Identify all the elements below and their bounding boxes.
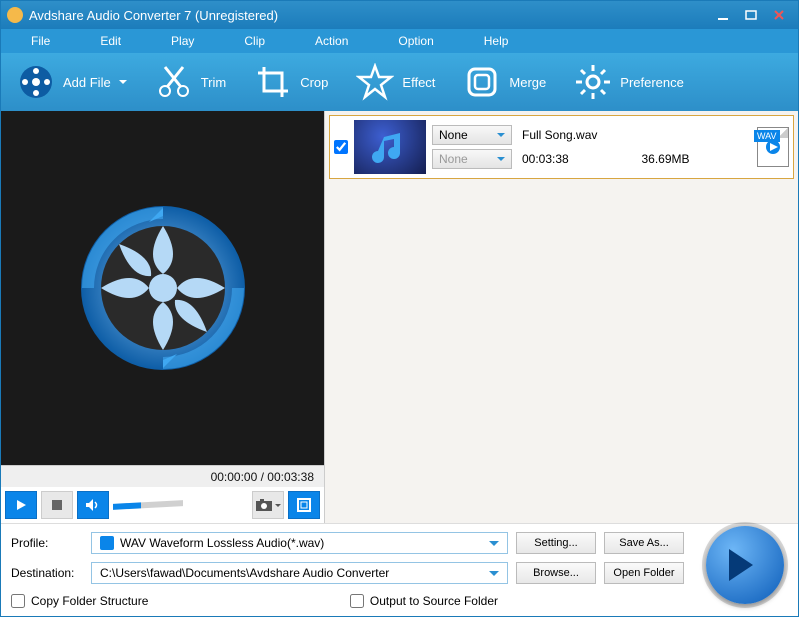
volume-slider[interactable] (113, 500, 183, 510)
open-folder-button[interactable]: Open Folder (604, 562, 684, 584)
menubar: File Edit Play Clip Action Option Help (1, 29, 798, 53)
crop-icon (254, 63, 292, 101)
file-checkbox[interactable] (334, 140, 348, 154)
menu-edit[interactable]: Edit (100, 34, 121, 48)
chevron-down-icon (119, 80, 127, 88)
window-title: Avdshare Audio Converter 7 (Unregistered… (29, 8, 708, 23)
destination-dropdown[interactable]: C:\Users\fawad\Documents\Avdshare Audio … (91, 562, 508, 584)
add-file-button[interactable]: Add File (7, 59, 137, 105)
file-thumbnail (354, 120, 426, 174)
profile-label: Profile: (11, 536, 83, 550)
trim-button[interactable]: Trim (145, 59, 237, 105)
convert-button[interactable] (706, 526, 784, 604)
file-name: Full Song.wav (522, 128, 751, 142)
preview-controls (1, 487, 324, 523)
reel-placeholder-icon (73, 198, 253, 378)
format-icon (100, 536, 114, 550)
preview-video-area (1, 111, 324, 465)
file-item[interactable]: None Full Song.wav None 00:03:38 36.69MB… (329, 115, 794, 179)
film-reel-icon (17, 63, 55, 101)
file-list: None Full Song.wav None 00:03:38 36.69MB… (325, 111, 798, 523)
merge-button[interactable]: Merge (453, 59, 556, 105)
destination-path: C:\Users\fawad\Documents\Avdshare Audio … (100, 566, 389, 580)
bottom-panel: Profile: WAV Waveform Lossless Audio(*.w… (1, 523, 798, 616)
volume-button[interactable] (77, 491, 109, 519)
effect-button[interactable]: Effect (346, 59, 445, 105)
preview-time-display: 00:00:00 / 00:03:38 (1, 465, 324, 487)
profile-dropdown[interactable]: WAV Waveform Lossless Audio(*.wav) (91, 532, 508, 554)
destination-label: Destination: (11, 566, 83, 580)
preference-button[interactable]: Preference (564, 59, 694, 105)
menu-option[interactable]: Option (398, 34, 433, 48)
gear-icon (574, 63, 612, 101)
merge-label: Merge (509, 75, 546, 90)
browse-button[interactable]: Browse... (516, 562, 596, 584)
fullscreen-button[interactable] (288, 491, 320, 519)
preview-panel: 00:00:00 / 00:03:38 (1, 111, 325, 523)
play-button[interactable] (5, 491, 37, 519)
crop-label: Crop (300, 75, 328, 90)
copy-folder-checkbox[interactable]: Copy Folder Structure (11, 594, 148, 608)
snapshot-button[interactable] (252, 491, 284, 519)
menu-file[interactable]: File (31, 34, 50, 48)
preference-label: Preference (620, 75, 684, 90)
trim-label: Trim (201, 75, 227, 90)
stop-button[interactable] (41, 491, 73, 519)
file-dropdown-1[interactable]: None (432, 125, 512, 145)
effect-label: Effect (402, 75, 435, 90)
setting-button[interactable]: Setting... (516, 532, 596, 554)
close-button[interactable] (766, 6, 792, 24)
crop-button[interactable]: Crop (244, 59, 338, 105)
profile-value: WAV Waveform Lossless Audio(*.wav) (120, 536, 324, 550)
menu-play[interactable]: Play (171, 34, 194, 48)
star-icon (356, 63, 394, 101)
menu-help[interactable]: Help (484, 34, 509, 48)
minimize-button[interactable] (710, 6, 736, 24)
app-logo-icon (7, 7, 23, 23)
file-size: 36.69MB (642, 152, 752, 166)
file-duration: 00:03:38 (522, 152, 632, 166)
menu-clip[interactable]: Clip (244, 34, 265, 48)
output-source-checkbox[interactable]: Output to Source Folder (350, 594, 498, 608)
toolbar: Add File Trim Crop Effect Merge Preferen… (1, 53, 798, 111)
maximize-button[interactable] (738, 6, 764, 24)
merge-icon (463, 63, 501, 101)
add-file-label: Add File (63, 75, 111, 90)
format-badge: WAV (754, 130, 780, 142)
file-dropdown-2[interactable]: None (432, 149, 512, 169)
save-as-button[interactable]: Save As... (604, 532, 684, 554)
time-text: 00:00:00 / 00:03:38 (211, 470, 314, 484)
titlebar: Avdshare Audio Converter 7 (Unregistered… (1, 1, 798, 29)
scissors-icon (155, 63, 193, 101)
file-format-icon: WAV (757, 127, 789, 167)
chevron-down-icon (275, 504, 281, 510)
menu-action[interactable]: Action (315, 34, 348, 48)
